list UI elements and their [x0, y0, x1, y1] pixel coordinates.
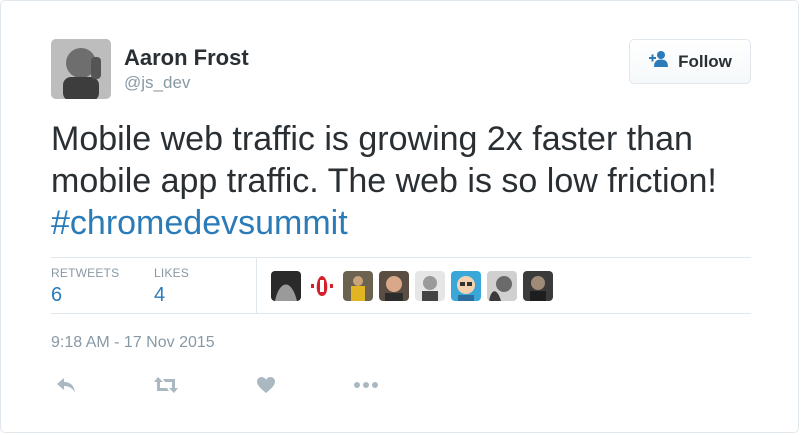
stats-divider: [256, 258, 257, 314]
author-handle[interactable]: @js_dev: [124, 73, 190, 93]
tweet-body: Mobile web traffic is growing 2x faster …: [51, 120, 717, 200]
liker-avatar-6[interactable]: [451, 271, 481, 301]
liker-avatar-2[interactable]: [307, 271, 337, 301]
follow-button[interactable]: Follow: [629, 39, 751, 84]
liker-avatar-7[interactable]: [487, 271, 517, 301]
tweet-card: Aaron Frost @js_dev Follow Mobile web tr…: [0, 0, 799, 433]
follow-label: Follow: [678, 51, 732, 71]
likes-label: LIKES: [154, 266, 190, 280]
retweets-stat[interactable]: RETWEETS 6: [51, 266, 119, 307]
reply-icon[interactable]: [51, 371, 81, 399]
tweet-text: Mobile web traffic is growing 2x faster …: [51, 118, 761, 244]
author-avatar[interactable]: [51, 39, 111, 99]
likes-stat[interactable]: LIKES 4: [154, 266, 189, 307]
liker-avatars: [271, 271, 553, 301]
liker-avatar-1[interactable]: [271, 271, 301, 301]
liker-avatar-8[interactable]: [523, 271, 553, 301]
liker-avatar-5[interactable]: [415, 271, 445, 301]
add-user-icon: [648, 50, 670, 73]
author-name[interactable]: Aaron Frost: [124, 45, 249, 71]
tweet-actions: [51, 371, 751, 401]
retweets-label: RETWEETS: [51, 266, 120, 280]
liker-avatar-4[interactable]: [379, 271, 409, 301]
retweets-count: 6: [51, 284, 63, 306]
more-icon[interactable]: [351, 371, 381, 399]
liker-avatar-3[interactable]: [343, 271, 373, 301]
stats-row: RETWEETS 6 LIKES 4: [51, 257, 751, 314]
hashtag-link[interactable]: #chromedevsummit: [51, 204, 348, 242]
likes-count: 4: [154, 284, 166, 306]
like-icon[interactable]: [251, 371, 281, 399]
tweet-timestamp[interactable]: 9:18 AM - 17 Nov 2015: [51, 334, 215, 352]
retweet-icon[interactable]: [151, 371, 181, 399]
